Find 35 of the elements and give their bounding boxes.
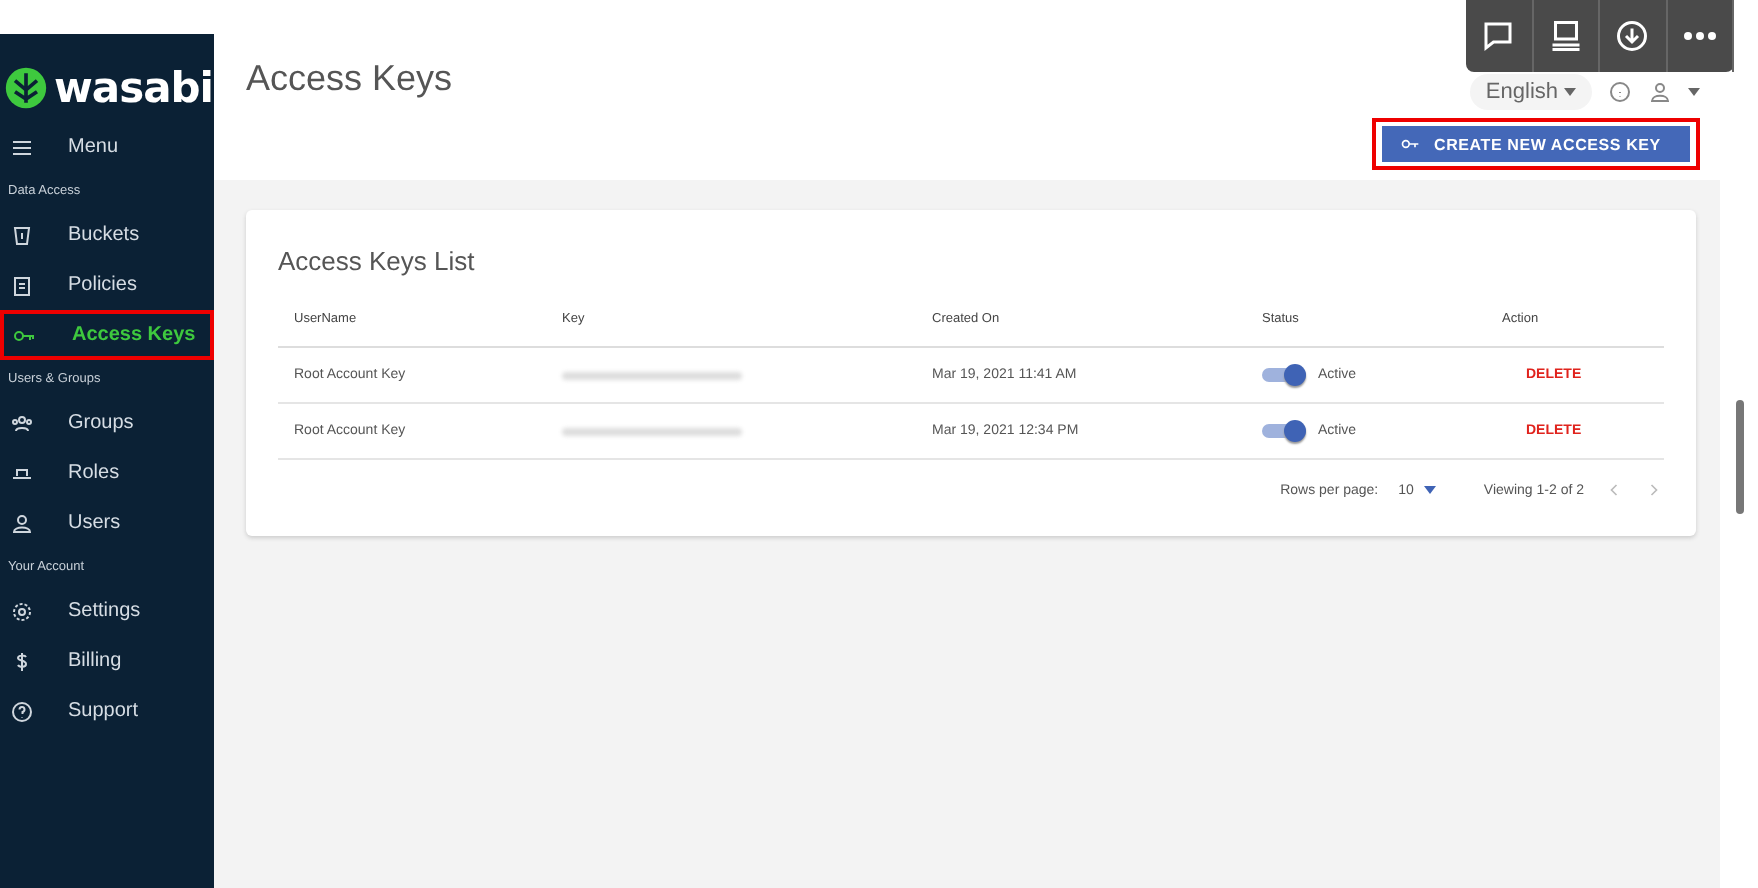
menu-icon [10,135,34,159]
sidebar-item[interactable]: Support [0,686,214,736]
clipboard-icon [10,273,34,297]
sidebar-item[interactable]: Access Keys [0,310,214,360]
caret-icon [1688,88,1700,96]
sidebar-item[interactable]: Roles [0,448,214,498]
download-icon [1614,18,1651,54]
help-icon [10,699,34,723]
sidebar-item[interactable]: Policies [0,260,214,310]
key-icon [1398,134,1422,154]
sidebar-item[interactable]: Billing [0,636,214,686]
logo-text: wasabi [54,64,213,112]
status-toggle[interactable] [1262,368,1306,382]
comment-icon [1480,18,1517,54]
menu-toggle[interactable]: Menu [0,122,214,172]
caret-icon [1423,486,1436,494]
card-title: Access Keys List [278,246,477,276]
sidebar-item[interactable]: Settings [0,586,214,636]
sidebar-item[interactable]: Groups [0,398,214,448]
more-icon [1681,30,1718,42]
sidebar-item[interactable]: Users [0,498,214,548]
user-icon [1648,80,1672,104]
help-icon [1608,80,1632,104]
monitor-icon [1547,18,1584,54]
status-toggle[interactable] [1262,424,1306,438]
page-title: Access Keys [246,56,453,102]
group-icon [10,411,34,435]
user-icon [10,511,34,535]
bucket-icon [10,223,34,247]
gear-icon [10,599,34,623]
caret-icon [1564,88,1576,96]
scrollbar-thumb[interactable] [1735,400,1743,514]
create-access-key-button[interactable]: CREATE NEW ACCESS KEY [1382,126,1690,162]
language-selector[interactable]: English [1469,74,1592,110]
sidebar-item[interactable]: Buckets [0,210,214,260]
